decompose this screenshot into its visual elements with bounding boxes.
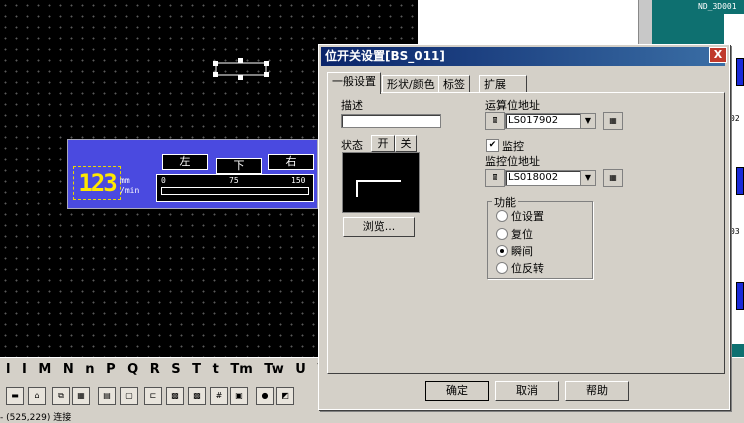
number-icon[interactable]: # [210,387,228,405]
chevron-down-icon[interactable]: ▼ [580,171,595,185]
tool-S[interactable]: S [171,362,180,377]
radio-reset-label: 复位 [511,228,533,241]
shape-preview [342,152,420,213]
state-off-button[interactable]: 关 [395,135,417,152]
tool-I[interactable]: I [22,362,27,377]
address-type-icon[interactable]: 🖩 [485,112,505,130]
radio-bit-invert-label: 位反转 [511,262,544,275]
monitor-address-type-icon[interactable]: 🖩 [485,169,505,187]
radio-bit-set-label: 位设置 [511,210,544,223]
screen-title: ND_3D001 [698,2,737,11]
ok-button[interactable]: 确定 [425,381,489,401]
color-icon[interactable]: ● [256,387,274,405]
monitor-label: 监控 [502,140,524,153]
monitor-address-value: LS018002 [508,172,559,183]
radio-momentary-label: 瞬间 [511,245,533,258]
unit-line1: mm [120,176,130,185]
tab-general[interactable]: 一般设置 [327,72,381,94]
radio-bit-invert[interactable] [496,262,508,274]
op-address-dropdown[interactable]: LS017902 ▼ [505,113,596,129]
seven-segment-display: 123 [73,166,121,200]
grid-color-icon[interactable]: ▩ [188,387,206,405]
tool-n[interactable]: n [85,362,94,377]
radio-reset[interactable] [496,228,508,240]
down-button[interactable]: 下 [216,158,262,174]
screen-number-03: 03 [730,227,740,236]
tool-N[interactable]: N [63,362,74,377]
state-label: 状态 [341,139,363,152]
tool-Tm[interactable]: Tm [230,362,252,377]
copy-icon[interactable]: ⧉ [52,387,70,405]
screen-marker-1[interactable] [736,58,744,86]
radio-momentary[interactable] [496,245,508,257]
state-on-button[interactable]: 开 [371,135,395,152]
tool-l[interactable]: l [6,362,10,377]
screen-marker-3[interactable] [736,282,744,310]
document-icon[interactable]: ▤ [98,387,116,405]
tool-Tw[interactable]: Tw [264,362,283,377]
cancel-button[interactable]: 取消 [495,381,559,401]
bit-switch-settings-dialog: 位开关设置[BS_011] X 一般设置 形状/颜色 标签 扩展 描述 状态 开… [318,44,730,410]
tool-M[interactable]: M [38,362,51,377]
unit-label: mm /min [120,176,139,196]
close-button[interactable]: X [709,47,727,63]
unit-line2: /min [120,186,140,195]
window-icon[interactable]: ▣ [230,387,248,405]
scale-bar: 0 75 150 [156,174,314,202]
monitor-keypad-icon[interactable]: ▦ [603,169,623,187]
tool-P[interactable]: P [106,362,116,377]
op-address-value: LS017902 [508,115,559,126]
screen-marker-2[interactable] [736,167,744,195]
selected-object-handles[interactable] [213,58,269,80]
monitor-address-dropdown[interactable]: LS018002 ▼ [505,170,596,186]
scale-track [161,187,309,195]
tool-R[interactable]: R [150,362,160,377]
left-button[interactable]: 左 [162,154,208,170]
tool-Q[interactable]: Q [127,362,138,377]
bar-icon[interactable]: ▬ [6,387,24,405]
help-button[interactable]: 帮助 [565,381,629,401]
tool-T[interactable]: T [192,362,201,377]
description-label: 描述 [341,99,363,112]
tab-extend[interactable]: 扩展 [479,75,527,93]
white-panel [418,0,638,46]
page-icon[interactable]: ▢ [120,387,138,405]
description-field[interactable] [341,114,441,128]
browse-button[interactable]: 浏览... [343,217,415,237]
radio-bit-set[interactable] [496,210,508,222]
chart-icon[interactable]: ◩ [276,387,294,405]
lock-icon[interactable]: ⌂ [28,387,46,405]
scale-max: 150 [291,176,306,185]
tool-U[interactable]: U [295,362,306,377]
scale-mid: 75 [229,176,239,185]
scale-min: 0 [161,176,166,185]
numeric-display-gadget[interactable]: 123 mm /min 左 下 右 0 75 150 [67,139,318,209]
screen-number-02: 02 [730,114,740,123]
monitor-checkbox[interactable]: ✔ [486,139,499,152]
table-icon[interactable]: ▦ [72,387,90,405]
grid-icon[interactable]: ▩ [166,387,184,405]
tab-label[interactable]: 标签 [438,75,470,93]
bracket-icon[interactable]: ⊏ [144,387,162,405]
tool-t[interactable]: t [213,362,219,377]
chevron-down-icon[interactable]: ▼ [580,114,595,128]
op-address-label: 运算位地址 [485,99,540,112]
right-button[interactable]: 右 [268,154,314,170]
status-bar: - (525,229) 连接 [0,413,72,423]
tab-shape-color[interactable]: 形状/颜色 [382,75,440,93]
monitor-address-label: 监控位地址 [485,155,540,168]
keypad-icon[interactable]: ▦ [603,112,623,130]
dialog-title[interactable]: 位开关设置[BS_011] [321,47,725,66]
